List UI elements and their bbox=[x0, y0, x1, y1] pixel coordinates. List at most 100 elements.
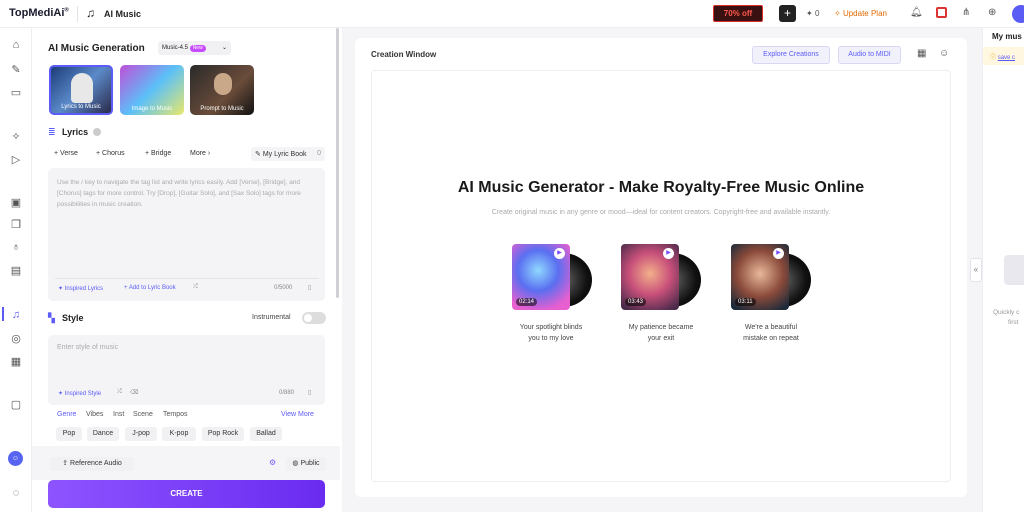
tab-inst[interactable]: Inst bbox=[113, 411, 124, 418]
instrumental-label: Instrumental bbox=[252, 314, 291, 321]
lyrics-placeholder: Use the / key to navigate the tag list a… bbox=[57, 179, 301, 208]
doc-play-icon[interactable]: ▣ bbox=[9, 196, 23, 209]
chat-icon[interactable]: ◌ bbox=[9, 487, 23, 499]
lyrics-heading: Lyrics bbox=[62, 127, 89, 137]
style-count: 0/880 bbox=[279, 390, 295, 396]
briefcase-icon[interactable]: ▢ bbox=[9, 398, 23, 411]
empty-hint: Quickly c bbox=[993, 309, 1020, 316]
empty-hint-2: first bbox=[1008, 319, 1019, 326]
save-link[interactable]: ⓘ save c bbox=[990, 52, 1024, 61]
song-duration: 02:14 bbox=[516, 298, 538, 306]
panel-title: AI Music Generation bbox=[48, 43, 145, 54]
trash-icon[interactable]: ▯ bbox=[308, 389, 311, 396]
lyrics-icon: ≣ bbox=[48, 127, 56, 137]
inspired-style-button[interactable]: ✦ Inspired Style bbox=[58, 390, 101, 397]
active-indicator bbox=[2, 307, 4, 321]
pen-icon[interactable]: ✎ bbox=[9, 63, 23, 76]
audio-to-midi-button[interactable]: Audio to MIDI bbox=[838, 46, 901, 64]
my-music-title: My mus bbox=[992, 32, 1022, 41]
genre-kpop[interactable]: K-pop bbox=[162, 427, 196, 441]
reference-audio-button[interactable]: ⇪ Reference Audio bbox=[50, 457, 134, 471]
mic-icon[interactable]: ♁ bbox=[9, 241, 23, 253]
music-note-icon: ♫ bbox=[86, 6, 95, 20]
home-icon[interactable]: ⌂ bbox=[9, 39, 23, 51]
model-select[interactable]: Music-4.5 New ⌄ bbox=[158, 41, 231, 55]
song-duration: 03:11 bbox=[735, 298, 756, 306]
trash-icon[interactable]: ▯ bbox=[308, 284, 311, 291]
bell-icon[interactable]: 🔔︎ bbox=[910, 7, 923, 18]
grid-icon[interactable]: ▦ bbox=[9, 355, 23, 368]
scrollbar[interactable] bbox=[336, 28, 339, 298]
shuffle-icon[interactable]: ⤮ bbox=[117, 389, 122, 396]
empty-illustration bbox=[1004, 255, 1024, 285]
add-lyric-book-button[interactable]: + Add to Lyric Book bbox=[124, 285, 176, 291]
mode-image-to-music[interactable]: Image to Music bbox=[120, 65, 184, 115]
create-button[interactable]: CREATE bbox=[48, 480, 325, 508]
target-icon[interactable]: ◎ bbox=[9, 332, 23, 345]
mode-prompt-to-music[interactable]: Prompt to Music bbox=[190, 65, 254, 115]
song-card[interactable]: ▶ 03:11 bbox=[731, 244, 811, 310]
song-title: My patience became your exit bbox=[628, 324, 694, 342]
chevron-down-icon: ⌄ bbox=[221, 45, 227, 51]
public-toggle[interactable]: ◍ Public bbox=[286, 457, 326, 471]
avatar[interactable] bbox=[1012, 5, 1024, 23]
genre-dance[interactable]: Dance bbox=[87, 427, 119, 441]
chorus-chip[interactable]: + Chorus bbox=[96, 150, 125, 157]
divider bbox=[55, 278, 319, 279]
share-icon[interactable]: ⋔ bbox=[962, 7, 970, 18]
calendar-check-icon[interactable]: ▦ bbox=[917, 48, 926, 59]
calendar-icon[interactable] bbox=[936, 7, 947, 18]
tab-tempos[interactable]: Tempos bbox=[163, 411, 188, 418]
inspired-lyrics-button[interactable]: ✦ Inspired Lyrics bbox=[58, 285, 103, 292]
clear-format-icon[interactable]: ⌫ bbox=[130, 389, 138, 396]
genre-ballad[interactable]: Ballad bbox=[250, 427, 282, 441]
more-chip[interactable]: More › bbox=[190, 150, 210, 157]
song-card[interactable]: ▶ 02:14 bbox=[512, 244, 592, 310]
genre-jpop[interactable]: J-pop bbox=[125, 427, 157, 441]
song-card[interactable]: ▶ 03:43 bbox=[621, 244, 701, 310]
play-icon[interactable]: ▶ bbox=[773, 248, 784, 259]
play-icon[interactable]: ▶ bbox=[663, 248, 674, 259]
style-icon: ▚ bbox=[48, 313, 55, 323]
song-title: We're a beautiful mistake on repeat bbox=[743, 324, 799, 342]
bridge-chip[interactable]: + Bridge bbox=[145, 150, 171, 157]
settings-icon[interactable]: ⚙ bbox=[269, 458, 276, 467]
logo[interactable]: TopMediAi® bbox=[9, 7, 69, 19]
headphone-figure bbox=[214, 73, 232, 95]
promo-badge[interactable]: 70% off bbox=[713, 5, 763, 22]
shuffle-icon[interactable]: ⤮ bbox=[193, 284, 198, 291]
tab-scene[interactable]: Scene bbox=[133, 411, 153, 418]
view-more-link[interactable]: View More bbox=[281, 411, 314, 418]
style-heading: Style bbox=[62, 313, 84, 323]
discord-icon[interactable]: ☺ bbox=[8, 451, 23, 466]
app-title: AI Music bbox=[104, 9, 142, 19]
music-icon[interactable]: ♫ bbox=[9, 309, 23, 321]
genre-pop-rock[interactable]: Pop Rock bbox=[202, 427, 244, 441]
instrumental-toggle[interactable] bbox=[302, 312, 326, 324]
mode-lyrics-to-music[interactable]: Lyrics to Music bbox=[49, 65, 113, 115]
edit-doc-icon[interactable]: ▤ bbox=[9, 264, 23, 277]
discord-icon[interactable]: ☺ bbox=[939, 48, 949, 59]
lyric-book-button[interactable]: ✎ My Lyric Book 0 bbox=[251, 147, 325, 161]
collapse-button[interactable]: « bbox=[970, 258, 982, 282]
play-icon[interactable]: ▶ bbox=[554, 248, 565, 259]
magic-icon[interactable]: ✧ bbox=[9, 130, 23, 143]
genre-pop[interactable]: Pop bbox=[56, 427, 82, 441]
top-bar: TopMediAi® ♫ AI Music 70% off + ✦ 0 ✧ Up… bbox=[0, 0, 1024, 28]
update-plan-link[interactable]: ✧ Update Plan bbox=[834, 9, 887, 18]
help-icon[interactable] bbox=[93, 128, 101, 136]
globe-icon[interactable]: ⊕ bbox=[988, 7, 996, 18]
add-button[interactable]: + bbox=[779, 5, 796, 22]
lyrics-input[interactable]: Use the / key to navigate the tag list a… bbox=[48, 168, 325, 301]
folder-icon[interactable]: ▭ bbox=[9, 86, 23, 99]
tab-genre[interactable]: Genre bbox=[57, 411, 76, 418]
window-title: Creation Window bbox=[371, 50, 437, 59]
verse-chip[interactable]: + Verse bbox=[54, 150, 78, 157]
singer-figure bbox=[71, 73, 93, 103]
copy-icon[interactable]: ❐ bbox=[9, 218, 23, 231]
song-title: Your spotlight blinds you to my love bbox=[519, 324, 583, 342]
explore-creations-button[interactable]: Explore Creations bbox=[752, 46, 830, 64]
video-icon[interactable]: ▷ bbox=[9, 153, 23, 166]
song-duration: 03:43 bbox=[625, 298, 647, 306]
tab-vibes[interactable]: Vibes bbox=[86, 411, 103, 418]
